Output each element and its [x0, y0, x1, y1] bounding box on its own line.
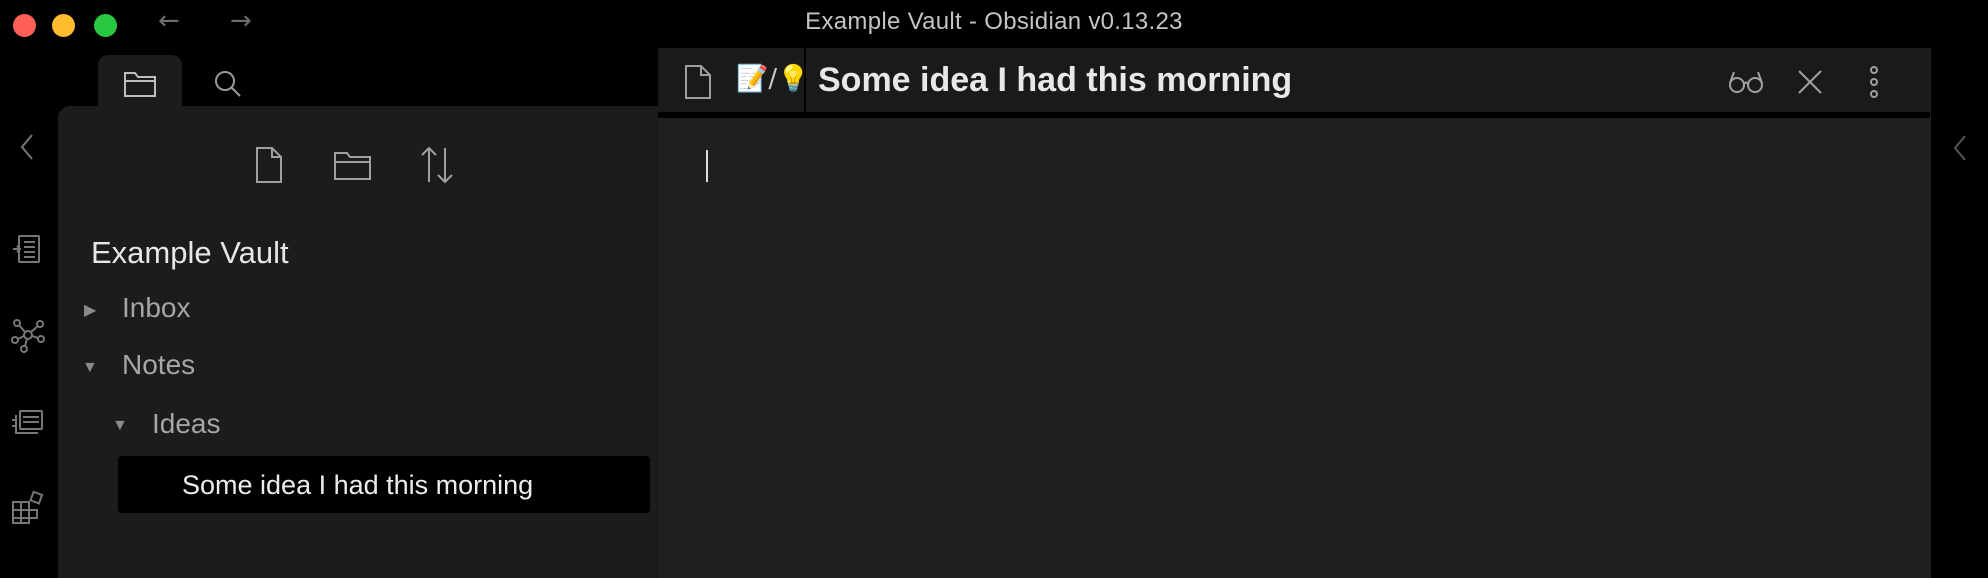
- sort-icon: [421, 146, 453, 184]
- note-item-label[interactable]: Some idea I had this morning: [182, 470, 533, 501]
- expanded-arrow-icon[interactable]: ▼: [82, 359, 98, 377]
- collapse-sidebar-icon[interactable]: [9, 128, 47, 166]
- tab-search[interactable]: [198, 59, 258, 109]
- file-explorer-panel: Example Vault ▶ Inbox ▼ Notes ▼ Ideas So…: [58, 106, 658, 578]
- note-title[interactable]: Some idea I had this morning: [818, 61, 1292, 100]
- close-icon: [1798, 70, 1822, 94]
- search-icon: [215, 71, 241, 97]
- new-folder-button[interactable]: [330, 142, 376, 188]
- folder-notes[interactable]: Notes: [122, 349, 195, 381]
- more-options-icon: [1870, 66, 1878, 98]
- breadcrumb[interactable]: 📝/💡: [736, 64, 810, 94]
- note-header: 📝/💡 Some idea I had this morning: [658, 48, 1930, 115]
- vault-name[interactable]: Example Vault: [91, 235, 289, 271]
- expanded-arrow-icon[interactable]: ▼: [112, 417, 128, 435]
- file-recovery-icon[interactable]: [9, 230, 47, 268]
- editor-area[interactable]: [658, 118, 1930, 578]
- close-note-button[interactable]: [1788, 60, 1832, 104]
- reading-view-button[interactable]: [1724, 60, 1768, 104]
- folder-ideas[interactable]: Ideas: [152, 408, 221, 440]
- header-divider: [804, 48, 806, 115]
- graph-view-icon[interactable]: [9, 316, 47, 354]
- window-title: Example Vault - Obsidian v0.13.23: [805, 8, 1183, 35]
- file-explorer-actions: [58, 142, 658, 192]
- more-options-button[interactable]: [1852, 60, 1896, 104]
- right-ribbon: [1930, 48, 1988, 578]
- sort-button[interactable]: [414, 142, 460, 188]
- text-cursor: [706, 150, 708, 182]
- community-plugins-icon[interactable]: [9, 488, 47, 526]
- new-note-icon: [256, 147, 282, 183]
- glasses-icon: [1729, 71, 1763, 93]
- new-folder-icon: [334, 152, 371, 180]
- new-note-button[interactable]: [246, 142, 292, 188]
- sidebar-tab-bar: [58, 48, 658, 113]
- file-icon[interactable]: [680, 62, 716, 102]
- folder-icon: [124, 72, 156, 97]
- tab-file-explorer[interactable]: [98, 55, 182, 113]
- folder-inbox[interactable]: Inbox: [122, 292, 191, 324]
- left-ribbon: [0, 48, 58, 578]
- expand-right-sidebar-icon[interactable]: [1941, 128, 1977, 168]
- slides-icon[interactable]: [9, 403, 47, 441]
- title-bar: ← → Example Vault - Obsidian v0.13.23: [0, 0, 1988, 48]
- collapsed-arrow-icon[interactable]: ▶: [84, 300, 96, 320]
